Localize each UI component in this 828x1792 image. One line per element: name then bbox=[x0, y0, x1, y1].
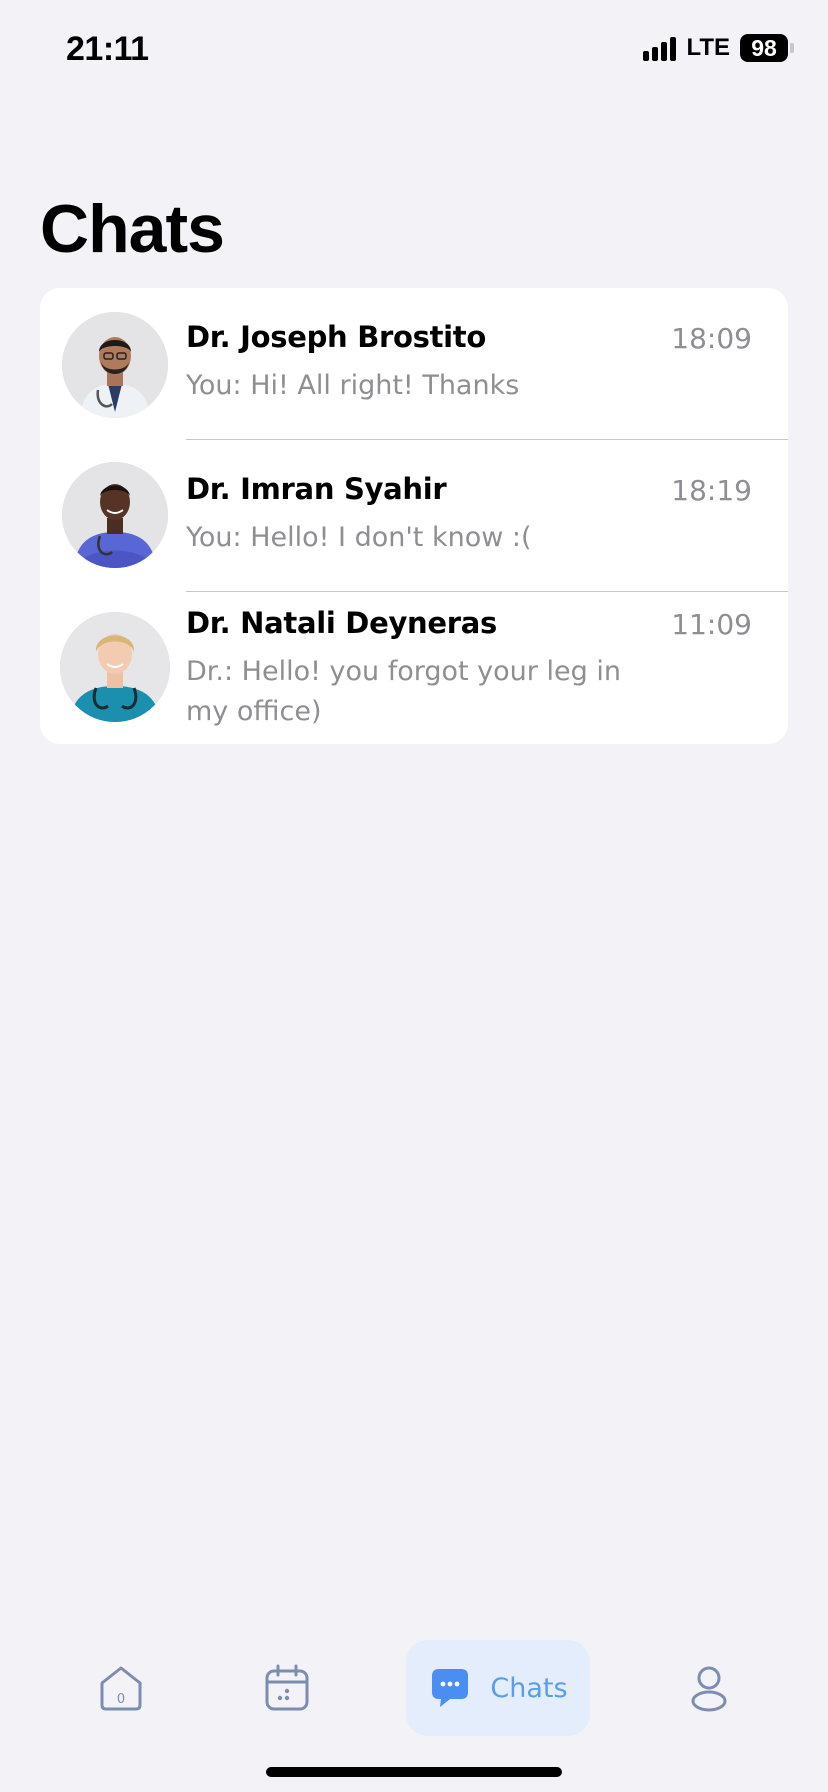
chat-name: Dr. Imran Syahir bbox=[186, 472, 447, 506]
tab-bar: 0 Chats bbox=[0, 1640, 828, 1750]
avatar bbox=[62, 462, 168, 568]
chat-preview: Dr.: Hello! you forgot your leg in my of… bbox=[186, 656, 621, 727]
status-indicators: LTE 98 bbox=[643, 34, 794, 62]
doctor-avatar-icon bbox=[62, 462, 168, 568]
tab-profile[interactable] bbox=[664, 1640, 754, 1736]
chat-preview: You: Hello! I don't know :( bbox=[186, 522, 532, 553]
calendar-icon bbox=[265, 1664, 309, 1711]
chat-preview: You: Hi! All right! Thanks bbox=[186, 370, 520, 401]
tab-home[interactable]: 0 bbox=[76, 1640, 166, 1736]
chat-time: 11:09 bbox=[671, 608, 752, 641]
chat-row-natali-deyneras[interactable]: Dr. Natali Deyneras 11:09 Dr.: Hello! yo… bbox=[40, 592, 788, 744]
avatar bbox=[62, 312, 168, 418]
status-bar: 21:11 LTE 98 bbox=[0, 0, 828, 100]
battery-nub bbox=[790, 43, 794, 53]
chat-row-imran-syahir[interactable]: Dr. Imran Syahir 18:19 You: Hello! I don… bbox=[40, 440, 788, 592]
page-title: Chats bbox=[40, 191, 225, 267]
chat-list: Dr. Joseph Brostito 18:09 You: Hi! All r… bbox=[40, 288, 788, 744]
tab-calendar[interactable] bbox=[242, 1640, 332, 1736]
avatar bbox=[60, 612, 170, 722]
doctor-avatar-icon bbox=[60, 612, 170, 722]
home-indicator[interactable] bbox=[266, 1767, 562, 1777]
home-badge: 0 bbox=[117, 1692, 125, 1707]
home-icon: 0 bbox=[100, 1666, 142, 1711]
chat-name: Dr. Natali Deyneras bbox=[186, 606, 497, 640]
network-type: LTE bbox=[686, 34, 730, 61]
chat-row-joseph-brostito[interactable]: Dr. Joseph Brostito 18:09 You: Hi! All r… bbox=[40, 288, 788, 440]
doctor-avatar-icon bbox=[62, 312, 168, 418]
chat-bubble-icon bbox=[432, 1669, 469, 1707]
chat-time: 18:19 bbox=[671, 474, 752, 507]
tab-chats[interactable]: Chats bbox=[406, 1640, 590, 1736]
chat-time: 18:09 bbox=[671, 322, 752, 355]
battery-level: 98 bbox=[751, 34, 777, 61]
user-icon bbox=[691, 1666, 727, 1712]
status-time: 21:11 bbox=[66, 30, 149, 68]
tab-chats-label: Chats bbox=[490, 1672, 568, 1704]
chat-name: Dr. Joseph Brostito bbox=[186, 320, 486, 354]
battery-icon: 98 bbox=[740, 34, 788, 62]
signal-icon bbox=[643, 35, 677, 61]
chats-screen: 21:11 LTE 98 Chats Dr. Joseph Brostito 1… bbox=[0, 0, 828, 1792]
